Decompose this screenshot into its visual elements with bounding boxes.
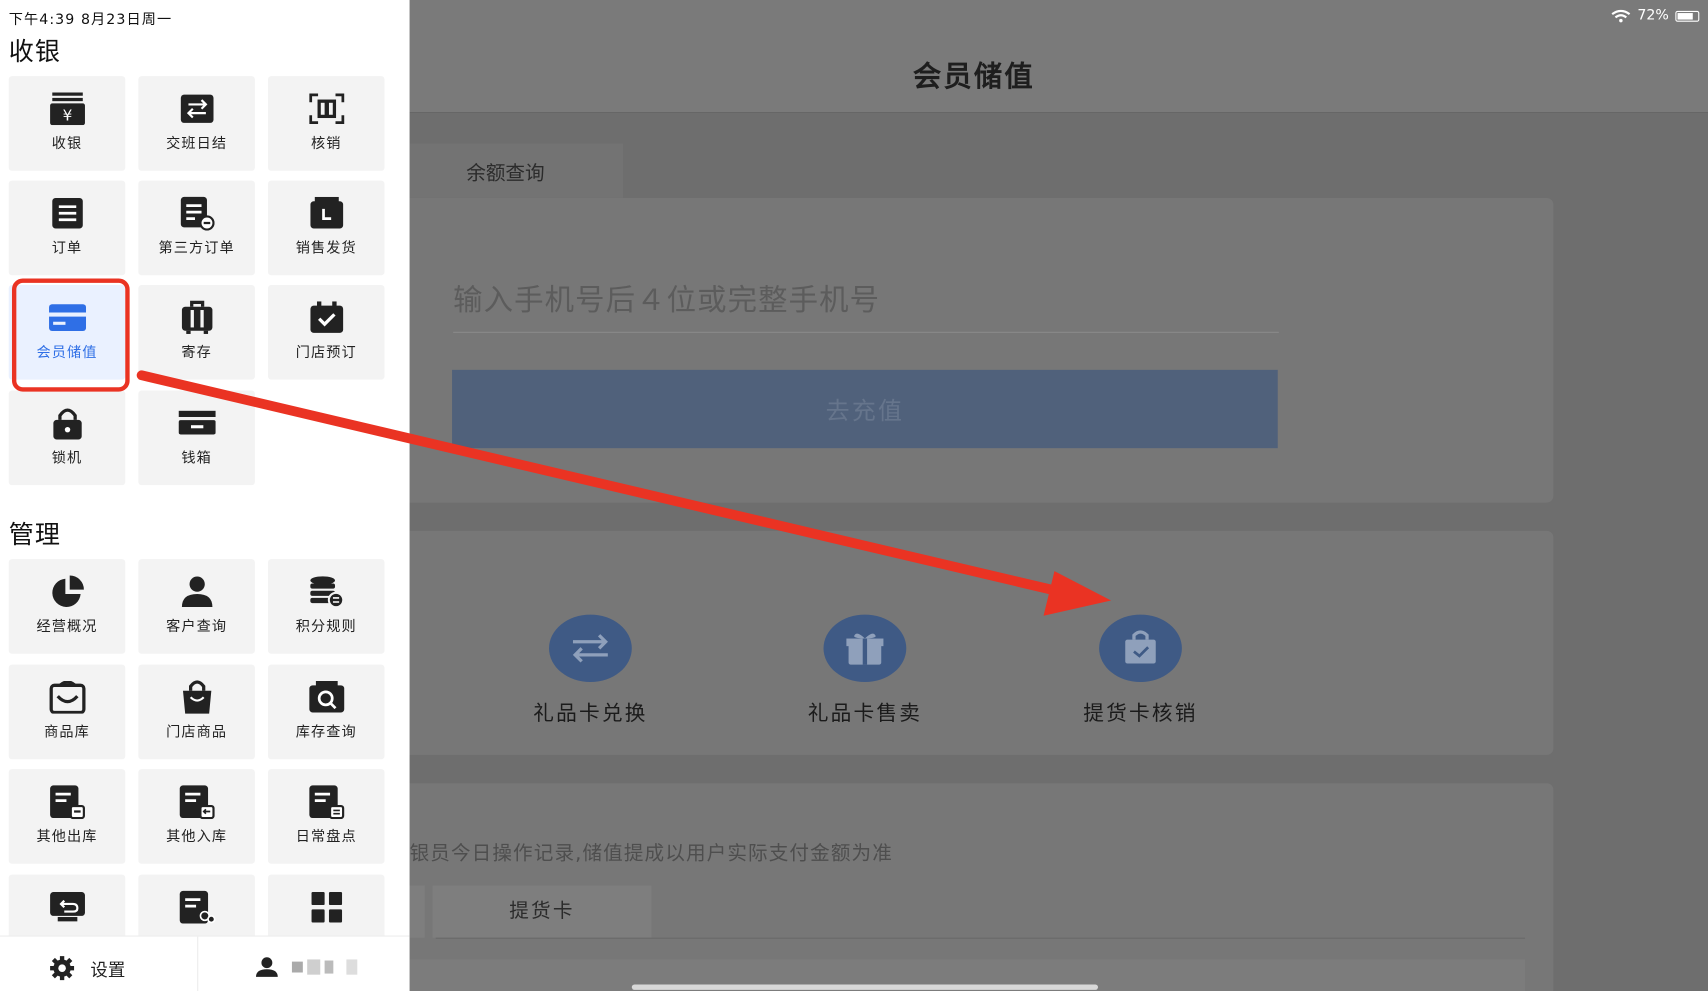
svg-text:¥: ¥ [62,107,72,125]
section-cashier: 收银 [8,38,62,67]
gift-card-exchange-label: 礼品卡兑换 [533,701,648,726]
page-title: 会员储值 [912,60,1035,94]
divider [435,937,1526,939]
menu-lock[interactable]: 锁机 [8,390,126,486]
stock-out-icon [48,783,85,820]
menu-label: 锁机 [51,450,83,467]
document-group-icon [178,889,215,926]
menu-label: 经营概况 [36,618,98,636]
user-icon [255,957,278,977]
battery-percent: 72% [1637,7,1669,24]
menu-label: 交班日结 [166,135,228,153]
pickup-card-verify-button[interactable]: 提货卡核销 [1059,614,1222,727]
menu-label: 核销 [310,135,342,153]
wifi-icon [1611,9,1631,22]
menu-customer-query[interactable]: 客户查询 [138,559,255,654]
pickup-card-verify-label: 提货卡核销 [1083,701,1198,726]
sales-shipping-icon [308,195,345,232]
pie-chart-icon [48,573,85,610]
product-library-icon [48,679,85,716]
gear-icon [50,956,75,981]
shift-swap-icon [178,90,215,127]
menu-label: 客户查询 [166,618,228,636]
section-manage: 管理 [8,521,62,550]
menu-cashier[interactable]: ¥ 收银 [8,76,126,171]
menu-orders[interactable]: 订单 [8,180,126,276]
battery-icon [1675,10,1700,22]
gift-card-sell-button[interactable]: 礼品卡售卖 [783,614,946,727]
menu-label: 钱箱 [181,450,212,467]
side-drawer: 下午4:39 8月23日周一 收银 管理 ¥ 收银 交班日结 核销 订单 第三方… [0,0,410,991]
menu-store-booking[interactable]: 门店预订 [267,285,385,380]
inventory-search-icon [308,679,345,716]
menu-label: 门店商品 [166,724,228,741]
phone-input[interactable] [453,269,1279,333]
menu-label: 寄存 [181,344,212,362]
menu-label: 销售发货 [295,240,357,257]
stock-in-icon [178,783,215,820]
home-indicator[interactable] [631,984,1099,990]
lock-icon [48,405,85,442]
menu-daily-stocktake[interactable]: 日常盘点 [267,769,385,864]
menu-storage[interactable]: 寄存 [138,285,255,380]
cash-register-icon: ¥ [48,90,85,127]
menu-label: 订单 [51,240,83,257]
shopping-bag-icon [178,679,215,716]
settings-label: 设置 [90,959,126,981]
luggage-storage-icon [178,299,215,336]
cash-drawer-icon [178,405,216,442]
account-button[interactable] [255,956,358,978]
menu-store-products[interactable]: 门店商品 [138,664,255,760]
menu-other-stock-in[interactable]: 其他入库 [138,769,255,864]
menu-label: 积分规则 [295,618,357,636]
menu-label: 库存查询 [295,724,357,741]
menu-label: 商品库 [44,724,90,741]
menu-cash-drawer[interactable]: 钱箱 [138,390,255,486]
menu-label: 收银 [51,135,83,153]
return-icon [48,889,85,926]
menu-label: 第三方订单 [158,240,235,257]
menu-sales-shipping[interactable]: 销售发货 [267,180,385,276]
exchange-arrows-icon [549,614,632,683]
tab-hidden[interactable] [409,885,425,938]
tab-balance-query[interactable]: 余额查询 [409,143,624,198]
coins-stack-icon [308,573,345,610]
account-name-redacted [291,959,358,975]
menu-points-rules[interactable]: 积分规则 [267,559,385,654]
menu-label: 门店预订 [295,344,357,362]
menu-shift-close[interactable]: 交班日结 [138,76,255,171]
records-notice: 银员今日操作记录,储值提成以用户实际支付金额为准 [409,841,893,865]
footer-divider [197,936,199,991]
menu-other-stock-out[interactable]: 其他出库 [8,769,126,864]
tab-pickup-card[interactable]: 提货卡 [432,885,652,938]
stocktake-icon [308,783,345,820]
grid-icon [308,889,345,926]
menu-label: 日常盘点 [295,828,357,846]
order-list-icon [48,195,85,232]
gift-card-exchange-button[interactable]: 礼品卡兑换 [509,614,672,727]
menu-business-overview[interactable]: 经营概况 [8,559,126,654]
bag-check-icon [1099,614,1182,683]
menu-third-party-orders[interactable]: 第三方订单 [138,180,255,276]
gift-card-sell-label: 礼品卡售卖 [807,701,923,726]
drawer-footer: 设置 [0,935,410,991]
status-bar-right: 72% [1611,7,1700,24]
menu-label: 其他出库 [36,828,98,846]
recharge-card [409,197,1554,503]
status-time-date: 下午4:39 8月23日周一 [8,11,173,29]
gift-icon [823,614,907,683]
scan-verify-icon [308,90,345,127]
calendar-check-icon [308,299,345,336]
menu-label: 其他入库 [166,828,228,846]
person-icon [178,573,215,610]
menu-product-library[interactable]: 商品库 [8,664,126,760]
menu-verify[interactable]: 核销 [267,76,385,171]
menu-inventory-query[interactable]: 库存查询 [267,664,385,760]
settings-button[interactable]: 设置 [49,955,125,981]
third-party-order-icon [178,195,215,232]
recharge-button[interactable]: 去充值 [452,369,1278,449]
highlight-box [11,278,130,392]
